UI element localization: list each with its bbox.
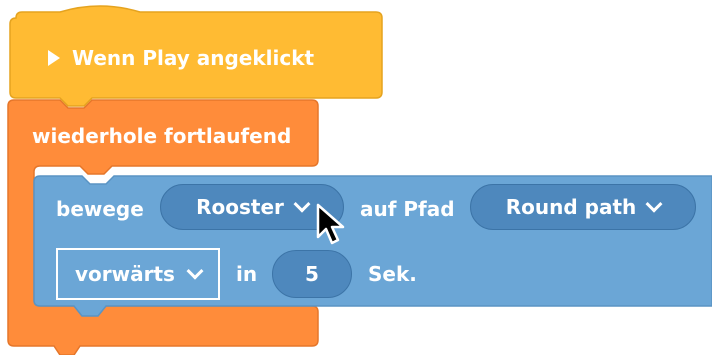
- path-dropdown[interactable]: Round path: [470, 184, 696, 230]
- character-value: Rooster: [196, 195, 284, 219]
- in-label: in: [236, 262, 258, 286]
- chevron-down-icon: [645, 195, 663, 213]
- mouse-pointer-icon: [316, 203, 345, 245]
- move-verb-label: bewege: [56, 197, 144, 221]
- on-path-label: auf Pfad: [360, 197, 455, 221]
- duration-value: 5: [305, 262, 319, 286]
- duration-input[interactable]: 5: [272, 250, 352, 298]
- seconds-unit-label: Sek.: [368, 262, 417, 286]
- move-on-path-block[interactable]: [0, 0, 712, 355]
- chevron-down-icon: [186, 262, 204, 280]
- path-value: Round path: [505, 195, 637, 219]
- chevron-down-icon: [293, 195, 311, 213]
- direction-dropdown[interactable]: vorwärts: [56, 248, 220, 300]
- direction-value: vorwärts: [75, 262, 175, 286]
